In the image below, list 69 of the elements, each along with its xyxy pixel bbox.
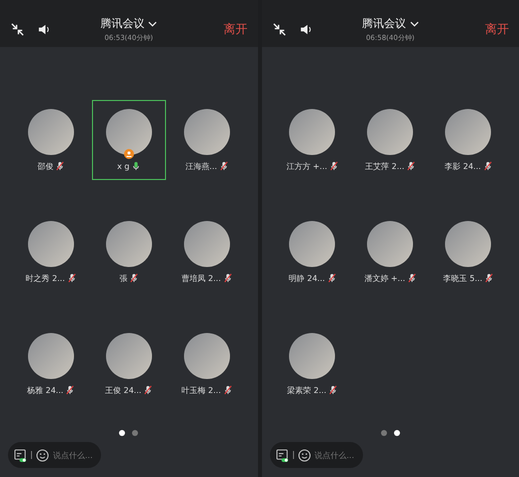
smiley-icon[interactable] bbox=[298, 448, 310, 462]
avatar-photo-placeholder bbox=[184, 332, 230, 378]
participant-tile[interactable]: 杨雅 24... bbox=[14, 324, 88, 404]
participant-name: 潘文婷 +... bbox=[364, 272, 406, 284]
participant-tile[interactable]: 梁素荣 2... bbox=[275, 324, 350, 404]
leave-button[interactable]: 离开 bbox=[178, 21, 248, 38]
participant-tile[interactable]: 邵俊 bbox=[14, 100, 88, 180]
leave-button[interactable]: 离开 bbox=[439, 21, 509, 38]
participant-tile[interactable]: x g bbox=[92, 100, 166, 180]
chevron-down-icon[interactable] bbox=[410, 20, 419, 26]
avatar-photo-placeholder bbox=[289, 332, 336, 378]
avatar-photo-placeholder bbox=[106, 220, 152, 266]
participant-name: 李影 24... bbox=[444, 160, 481, 172]
speaker-icon[interactable] bbox=[298, 22, 314, 37]
participant-tile[interactable]: 潘文婷 +... bbox=[353, 212, 428, 292]
participant-name: 邵俊 bbox=[37, 160, 54, 172]
chat-bar[interactable]: 说点什么... bbox=[270, 442, 362, 468]
participant-tile[interactable]: 明静 24... bbox=[275, 212, 350, 292]
avatar-photo-placeholder bbox=[184, 108, 230, 154]
participant-name: 杨雅 24... bbox=[27, 384, 64, 396]
participant-name: 江方方 +... bbox=[286, 160, 328, 172]
avatar-photo-placeholder bbox=[367, 108, 414, 154]
smiley-icon[interactable] bbox=[36, 448, 49, 462]
avatar-photo-placeholder bbox=[289, 220, 336, 266]
participant-tile[interactable]: 叶玉梅 2... bbox=[170, 324, 244, 404]
avatar-photo-placeholder bbox=[28, 220, 74, 266]
participant-name: 梁素荣 2... bbox=[287, 384, 326, 396]
participant-name: 李晓玉 5... bbox=[443, 272, 482, 284]
meeting-title[interactable]: 腾讯会议 bbox=[100, 16, 144, 31]
avatar-photo-placeholder bbox=[28, 108, 74, 154]
participant-name: 叶玉梅 2... bbox=[182, 384, 221, 396]
avatar-photo-placeholder bbox=[106, 332, 152, 378]
participant-name: 汪海燕... bbox=[185, 160, 218, 172]
page-dot[interactable] bbox=[394, 430, 400, 436]
participant-name: 王艾萍 2... bbox=[365, 160, 404, 172]
page-dot[interactable] bbox=[380, 430, 387, 436]
participant-tile[interactable]: 江方方 +... bbox=[275, 100, 350, 180]
page-dot[interactable] bbox=[132, 430, 138, 436]
participant-name: 时之秀 2... bbox=[26, 272, 65, 284]
page-dot[interactable] bbox=[119, 430, 126, 436]
participant-name: 明静 24... bbox=[288, 272, 325, 284]
participant-name: 王俊 24... bbox=[105, 384, 142, 396]
participant-tile[interactable]: 曹培凤 2... bbox=[170, 212, 244, 292]
chat-bar[interactable]: 说点什么... bbox=[8, 442, 101, 468]
participant-tile[interactable]: 汪海燕... bbox=[170, 100, 244, 180]
shrink-icon[interactable] bbox=[272, 22, 286, 37]
avatar-photo-placeholder bbox=[106, 109, 152, 155]
participant-name: 曹培凤 2... bbox=[182, 272, 221, 284]
subtitle-toggle-icon[interactable] bbox=[14, 448, 27, 462]
avatar-photo-placeholder bbox=[445, 108, 492, 154]
chevron-down-icon[interactable] bbox=[148, 20, 158, 26]
avatar-photo-placeholder bbox=[367, 220, 414, 266]
avatar-photo-placeholder bbox=[28, 332, 74, 378]
participant-tile[interactable]: 張 bbox=[92, 212, 166, 292]
participant-tile[interactable]: 李晓玉 5... bbox=[431, 212, 506, 292]
chat-input-placeholder[interactable]: 说点什么... bbox=[314, 450, 354, 460]
participant-tile[interactable]: 时之秀 2... bbox=[14, 212, 88, 292]
participant-name: 張 bbox=[119, 272, 128, 284]
participant-tile[interactable]: 李影 24... bbox=[431, 100, 506, 180]
participant-tile[interactable]: 王俊 24... bbox=[92, 324, 166, 404]
chat-input-placeholder[interactable]: 说点什么... bbox=[53, 450, 93, 460]
shrink-icon[interactable] bbox=[10, 22, 25, 37]
participant-name: x g bbox=[117, 162, 130, 170]
avatar-photo-placeholder bbox=[289, 108, 336, 154]
subtitle-toggle-icon[interactable] bbox=[276, 448, 288, 462]
participant-tile[interactable]: 王艾萍 2... bbox=[353, 100, 428, 180]
meeting-title[interactable]: 腾讯会议 bbox=[362, 16, 406, 31]
avatar-photo-placeholder bbox=[184, 220, 230, 266]
avatar-photo-placeholder bbox=[445, 220, 492, 266]
